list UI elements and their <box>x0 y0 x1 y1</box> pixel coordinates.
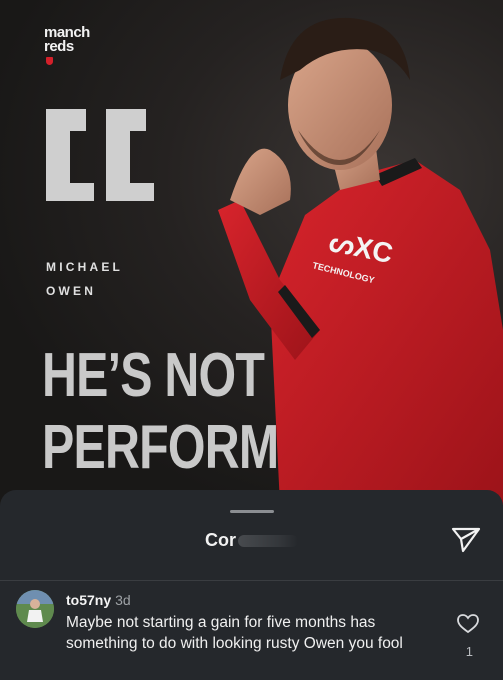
comment-timestamp: 3d <box>115 592 131 608</box>
comment-username[interactable]: to57ny <box>66 592 111 608</box>
manchreds-logo: manch reds <box>44 25 114 68</box>
divider <box>0 580 503 581</box>
avatar[interactable] <box>16 590 54 628</box>
post-image: manch reds MICHAEL OWEN ᔕXC TECHNOLOGY H… <box>0 0 503 505</box>
headline-line1: HE’S NOT <box>42 341 265 410</box>
quote-icon <box>46 109 154 201</box>
like-count: 1 <box>465 644 473 659</box>
heart-icon[interactable] <box>457 614 479 634</box>
obscured-text <box>238 535 298 548</box>
comments-sheet: Cor to57ny 3d Maybe not starting a gain f… <box>0 490 503 680</box>
comments-title: Cor <box>0 530 503 551</box>
author-last-name: OWEN <box>46 284 97 298</box>
comment-text: Maybe not starting a gain for five month… <box>66 614 403 652</box>
crest-icon <box>46 57 53 66</box>
logo-line2: reds <box>44 38 74 55</box>
comment-header: to57ny 3d <box>66 592 131 608</box>
share-icon[interactable] <box>451 526 481 554</box>
author-first-name: MICHAEL <box>46 260 124 274</box>
headline-line2: PERFORM <box>42 413 279 482</box>
comments-title-text: Cor <box>205 530 236 550</box>
comment-item: to57ny 3d Maybe not starting a gain for f… <box>0 586 503 680</box>
drag-handle[interactable] <box>230 510 274 513</box>
